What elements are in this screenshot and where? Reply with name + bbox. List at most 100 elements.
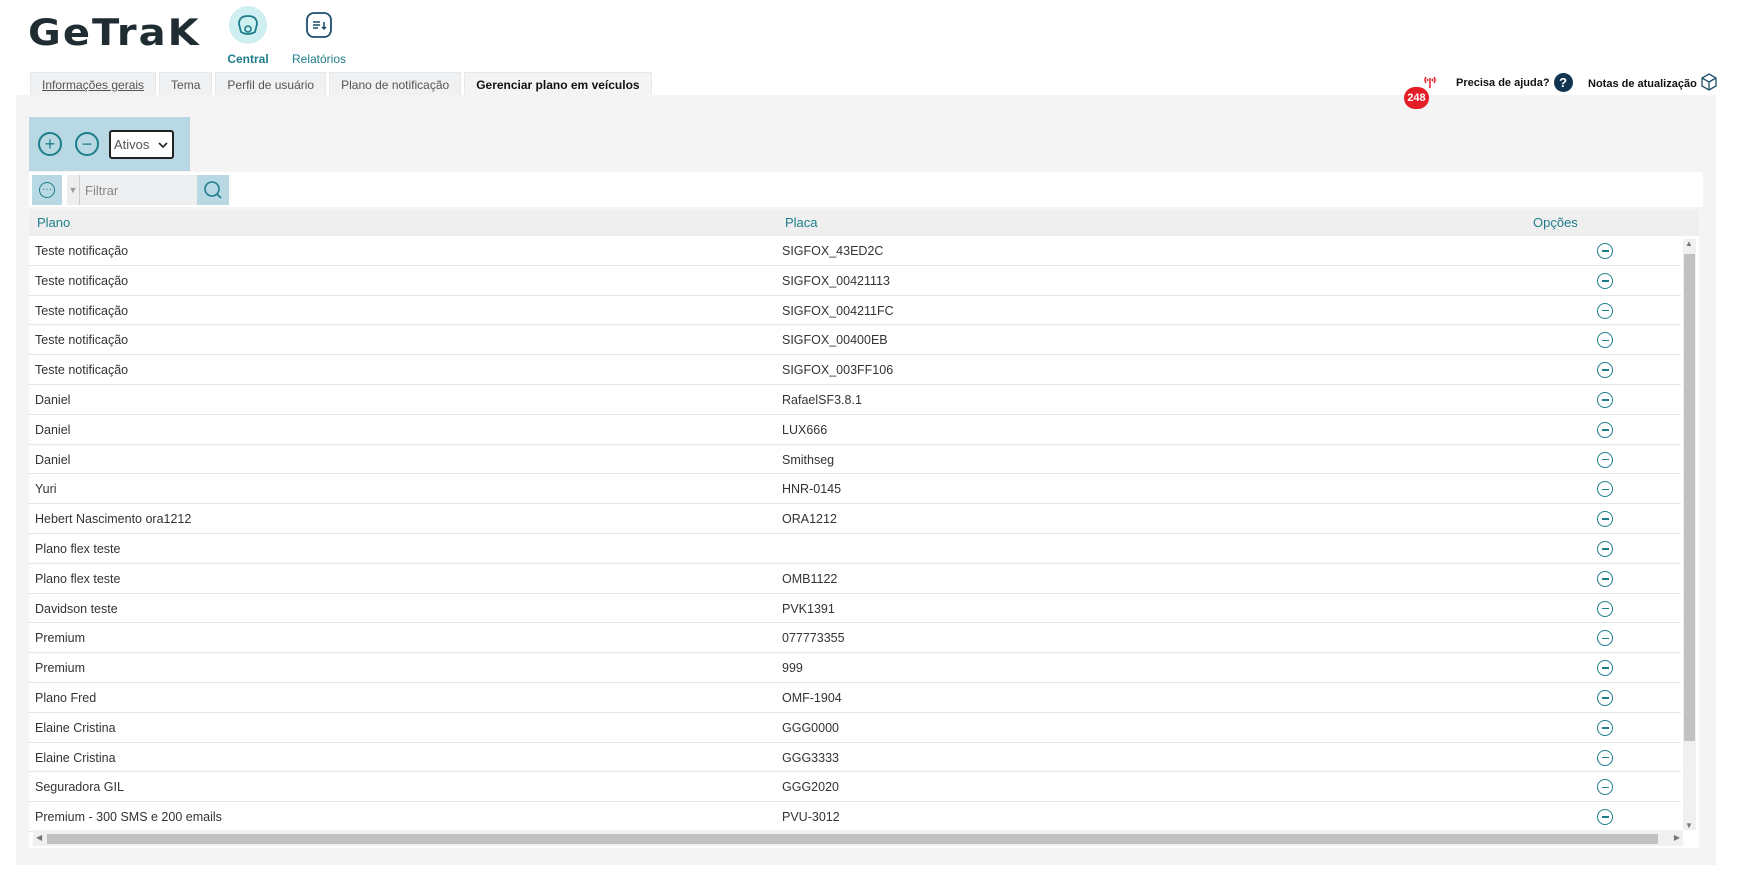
help-label: Precisa de ajuda? xyxy=(1456,76,1550,89)
cell-plano: Elaine Cristina xyxy=(35,720,116,735)
vertical-scrollbar[interactable]: ▲ ▼ xyxy=(1683,239,1696,830)
status-select-value: Ativos xyxy=(114,137,150,152)
search-icon xyxy=(204,181,222,199)
add-icon[interactable]: + xyxy=(38,132,62,156)
remove-row-icon[interactable] xyxy=(1597,540,1613,557)
table-row[interactable]: Yuri HNR-0145 xyxy=(29,474,1681,505)
box-icon xyxy=(1701,73,1717,94)
tab-plano-notificacao[interactable]: Plano de notificação xyxy=(329,72,462,95)
table-row[interactable]: Davidson teste PVK1391 xyxy=(29,594,1681,624)
table-row[interactable]: Plano flex teste xyxy=(29,534,1681,564)
remove-row-icon[interactable] xyxy=(1597,719,1613,736)
release-notes-link[interactable]: Notas de atualização xyxy=(1588,73,1717,94)
remove-row-icon[interactable] xyxy=(1597,600,1613,617)
table-row[interactable]: Plano flex teste OMB1122 xyxy=(29,564,1681,594)
cell-placa: PVK1391 xyxy=(782,601,835,616)
remove-row-icon[interactable] xyxy=(1597,481,1613,498)
toolbar: + − Ativos xyxy=(29,117,190,171)
search-button[interactable] xyxy=(197,175,229,205)
table-row[interactable]: Teste notificação SIGFOX_004211FC xyxy=(29,296,1681,326)
table-row[interactable]: Teste notificação SIGFOX_00400EB xyxy=(29,325,1681,356)
cell-plano: Daniel xyxy=(35,392,71,407)
reports-icon xyxy=(300,6,338,44)
caret-down-icon[interactable]: ▼ xyxy=(67,175,80,205)
cell-placa: SIGFOX_004211FC xyxy=(782,303,894,318)
help-link[interactable]: Precisa de ajuda? ? xyxy=(1456,73,1573,92)
remove-row-icon[interactable] xyxy=(1597,272,1613,289)
cell-plano: Premium xyxy=(35,631,86,646)
cell-plano: Plano flex teste xyxy=(35,541,121,556)
tab-perfil-usuario[interactable]: Perfil de usuário xyxy=(215,72,327,95)
chevron-down-icon xyxy=(158,141,168,148)
cell-placa: RafaelSF3.8.1 xyxy=(782,392,862,407)
nav-relatorios-label: Relatórios xyxy=(291,52,347,66)
remove-row-icon[interactable] xyxy=(1597,779,1613,796)
cell-plano: Plano Fred xyxy=(35,690,97,705)
table-row[interactable]: Daniel LUX666 xyxy=(29,415,1681,445)
remove-row-icon[interactable] xyxy=(1597,302,1613,319)
vertical-scroll-thumb[interactable] xyxy=(1684,254,1695,741)
horizontal-scrollbar[interactable]: ◀ ▶ xyxy=(33,830,1683,846)
cell-plano: Seguradora GIL xyxy=(35,780,124,795)
cell-plano: Premium xyxy=(35,661,86,676)
scroll-left-icon[interactable]: ◀ xyxy=(36,833,42,842)
cell-plano: Daniel xyxy=(35,452,71,467)
table-row[interactable]: Premium 077773355 xyxy=(29,623,1681,654)
filter-options-button[interactable]: ··· xyxy=(32,175,62,205)
cell-placa: SIGFOX_00421113 xyxy=(782,273,890,288)
status-select[interactable]: Ativos xyxy=(109,130,174,159)
remove-row-icon[interactable] xyxy=(1597,421,1613,438)
cell-plano: Yuri xyxy=(35,482,57,497)
table-row[interactable]: Teste notificação SIGFOX_43ED2C xyxy=(29,236,1681,266)
tab-tema[interactable]: Tema xyxy=(159,72,213,95)
remove-row-icon[interactable] xyxy=(1597,451,1613,468)
cell-placa: SIGFOX_003FF106 xyxy=(782,363,894,378)
cell-plano: Premium - 300 SMS e 200 emails xyxy=(35,810,222,825)
table-row[interactable]: Seguradora GIL GGG2020 xyxy=(29,772,1681,803)
scroll-up-icon[interactable]: ▲ xyxy=(1685,239,1693,248)
remove-row-icon[interactable] xyxy=(1597,243,1613,259)
cell-placa: OMF-1904 xyxy=(782,690,842,705)
table-row[interactable]: Teste notificação SIGFOX_00421113 xyxy=(29,266,1681,296)
table-row[interactable]: Daniel RafaelSF3.8.1 xyxy=(29,385,1681,415)
column-header-placa[interactable]: Placa xyxy=(785,215,818,230)
cell-placa: 999 xyxy=(782,661,803,676)
remove-row-icon[interactable] xyxy=(1597,749,1613,766)
plans-grid: Plano Placa Opções Teste notificação SIGF… xyxy=(29,209,1699,848)
remove-row-icon[interactable] xyxy=(1597,570,1613,587)
tab-informacoes-gerais[interactable]: Informações gerais xyxy=(30,72,157,95)
nav-relatorios[interactable]: Relatórios xyxy=(284,6,354,66)
remove-row-icon[interactable] xyxy=(1597,689,1613,706)
app-logo: GeTraK xyxy=(28,11,201,55)
table-row[interactable]: Elaine Cristina GGG0000 xyxy=(29,713,1681,743)
remove-icon[interactable]: − xyxy=(75,132,99,156)
horizontal-scroll-thumb[interactable] xyxy=(47,834,1658,844)
remove-row-icon[interactable] xyxy=(1597,391,1613,408)
scroll-right-icon[interactable]: ▶ xyxy=(1674,833,1680,842)
remove-row-icon[interactable] xyxy=(1597,332,1613,349)
cell-plano: Davidson teste xyxy=(35,601,118,616)
remove-row-icon[interactable] xyxy=(1597,511,1613,528)
table-row[interactable]: Premium 999 xyxy=(29,653,1681,683)
filter-input[interactable] xyxy=(80,176,190,204)
table-row[interactable]: Plano Fred OMF-1904 xyxy=(29,683,1681,713)
table-row[interactable]: Premium - 300 SMS e 200 emails PVU-3012 xyxy=(29,802,1681,832)
remove-row-icon[interactable] xyxy=(1597,660,1613,677)
scroll-down-icon[interactable]: ▼ xyxy=(1685,821,1693,830)
column-header-opcoes: Opções xyxy=(1533,215,1578,230)
table-row[interactable]: Teste notificação SIGFOX_003FF106 xyxy=(29,355,1681,385)
cell-placa: ORA1212 xyxy=(782,512,837,527)
remove-row-icon[interactable] xyxy=(1597,809,1613,826)
column-header-plano[interactable]: Plano xyxy=(37,215,70,230)
nav-central[interactable]: Central xyxy=(213,6,283,66)
cell-plano: Teste notificação xyxy=(35,244,129,258)
table-row[interactable]: Elaine Cristina GGG3333 xyxy=(29,743,1681,773)
tab-gerenciar-plano-veiculos[interactable]: Gerenciar plano em veículos xyxy=(464,72,652,95)
table-row[interactable]: Daniel Smithseg xyxy=(29,445,1681,475)
alerts-badge[interactable]: 248 xyxy=(1404,87,1429,109)
table-row[interactable]: Hebert Nascimento ora1212 ORA1212 xyxy=(29,504,1681,534)
remove-row-icon[interactable] xyxy=(1597,362,1613,379)
filter-field: ▼ xyxy=(67,175,197,205)
cell-placa: 077773355 xyxy=(782,631,845,646)
remove-row-icon[interactable] xyxy=(1597,630,1613,647)
